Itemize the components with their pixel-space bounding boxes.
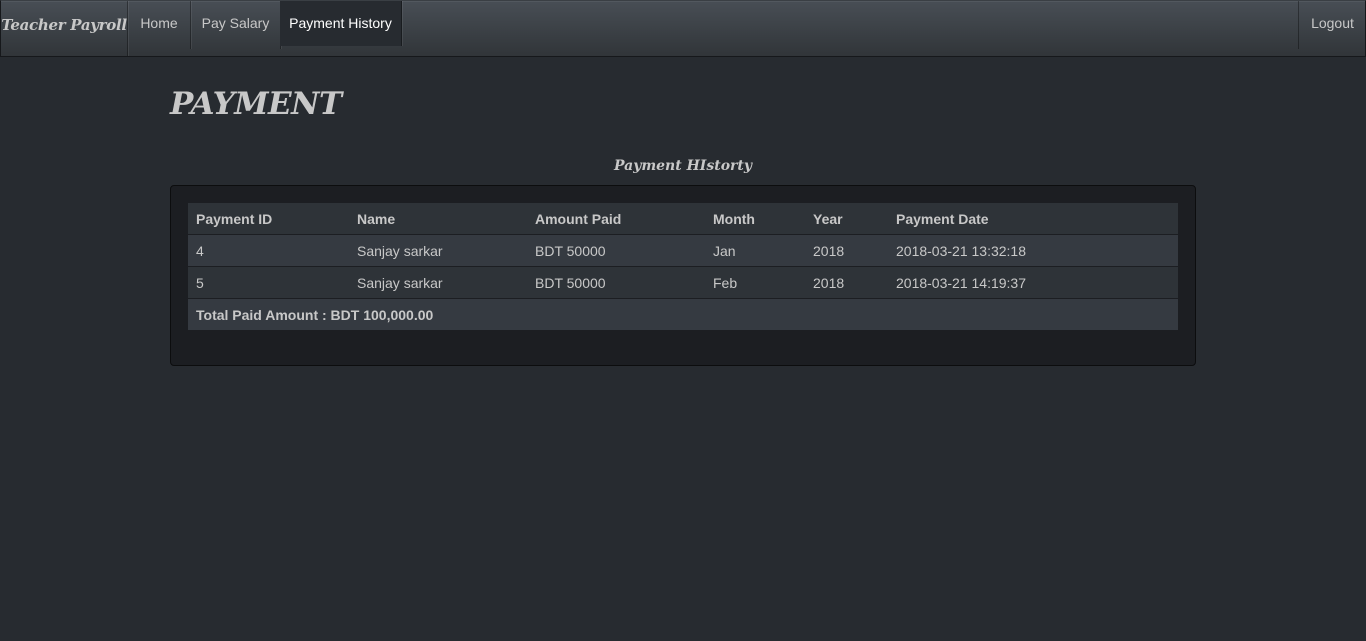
header-year: Year xyxy=(805,203,888,235)
header-month: Month xyxy=(705,203,805,235)
cell-payment-id: 5 xyxy=(188,266,349,299)
top-navbar: Teacher Payroll Home Pay Salary Payment … xyxy=(0,0,1366,57)
payment-history-panel: Payment ID Name Amount Paid Month Year P… xyxy=(170,185,1196,366)
cell-year: 2018 xyxy=(805,234,888,267)
cell-amount-paid: BDT 50000 xyxy=(527,266,705,299)
table-header-row: Payment ID Name Amount Paid Month Year P… xyxy=(188,203,1178,235)
brand-link[interactable]: Teacher Payroll xyxy=(1,1,128,56)
logout-link[interactable]: Logout xyxy=(1298,1,1366,49)
table-row: 4 Sanjay sarkar BDT 50000 Jan 2018 2018-… xyxy=(188,234,1178,267)
cell-name: Sanjay sarkar xyxy=(349,266,527,299)
payment-history-table: Payment ID Name Amount Paid Month Year P… xyxy=(188,203,1178,330)
page-title: PAYMENT xyxy=(170,86,342,122)
cell-name: Sanjay sarkar xyxy=(349,234,527,267)
header-payment-id: Payment ID xyxy=(188,203,349,235)
cell-payment-id: 4 xyxy=(188,234,349,267)
cell-payment-date: 2018-03-21 13:32:18 xyxy=(888,234,1178,267)
nav-item-pay-salary[interactable]: Pay Salary xyxy=(191,1,281,49)
section-title: Payment HIstorty xyxy=(613,158,753,174)
cell-month: Feb xyxy=(705,266,805,299)
nav-item-payment-history[interactable]: Payment History xyxy=(280,1,402,46)
cell-amount-paid: BDT 50000 xyxy=(527,234,705,267)
nav-item-home[interactable]: Home xyxy=(128,1,191,49)
total-paid-amount: Total Paid Amount : BDT 100,000.00 xyxy=(188,298,1178,330)
total-row: Total Paid Amount : BDT 100,000.00 xyxy=(188,298,1178,330)
cell-month: Jan xyxy=(705,234,805,267)
cell-year: 2018 xyxy=(805,266,888,299)
header-amount-paid: Amount Paid xyxy=(527,203,705,235)
header-payment-date: Payment Date xyxy=(888,203,1178,235)
table-row: 5 Sanjay sarkar BDT 50000 Feb 2018 2018-… xyxy=(188,266,1178,299)
header-name: Name xyxy=(349,203,527,235)
cell-payment-date: 2018-03-21 14:19:37 xyxy=(888,266,1178,299)
